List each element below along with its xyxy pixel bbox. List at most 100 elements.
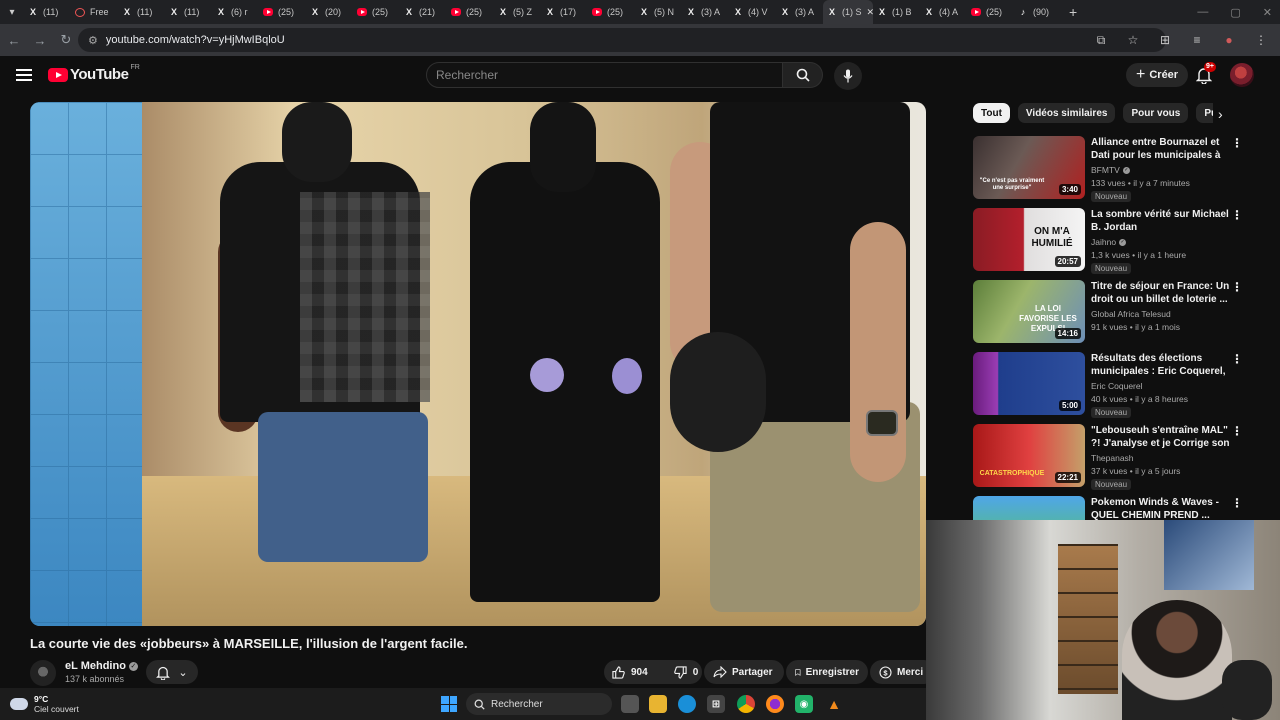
- channel-name[interactable]: Thepanash: [1091, 453, 1134, 463]
- channel-name[interactable]: Global Africa Telesud: [1091, 309, 1171, 319]
- browser-tab[interactable]: X (17): [541, 0, 588, 24]
- recommendation-title[interactable]: La sombre vérité sur Michael B. Jordan: [1091, 208, 1233, 234]
- channel-name-link[interactable]: eL Mehdino ✓: [65, 660, 138, 672]
- youtube-logo[interactable]: YouTube FR: [48, 64, 140, 83]
- search-button[interactable]: [783, 62, 823, 88]
- channel-name[interactable]: eL Mehdino: [65, 660, 126, 672]
- tab-search-icon[interactable]: ▾: [0, 0, 24, 24]
- search-input[interactable]: [426, 62, 783, 88]
- chrome-icon[interactable]: [737, 695, 755, 713]
- browser-tab[interactable]: (25): [259, 0, 306, 24]
- back-icon[interactable]: ←: [2, 28, 26, 52]
- browser-tab[interactable]: X (6) r: [212, 0, 259, 24]
- bookmark-star-icon[interactable]: ☆: [1122, 28, 1144, 52]
- create-button[interactable]: + Créer: [1126, 63, 1189, 87]
- taskbar-search[interactable]: Rechercher: [466, 693, 612, 715]
- video-thumbnail[interactable]: 5:00: [973, 352, 1085, 415]
- channel-name[interactable]: Jaihno: [1091, 237, 1116, 247]
- extensions-icon[interactable]: ⊞: [1154, 28, 1176, 52]
- browser-tab[interactable]: X (5) Z: [494, 0, 541, 24]
- site-info-icon[interactable]: ⚙: [88, 34, 98, 47]
- close-window-icon[interactable]: ✕: [1263, 6, 1272, 19]
- url-field[interactable]: ⚙ youtube.com/watch?v=yHjMwIBqloU: [78, 28, 1166, 52]
- more-actions-icon[interactable]: ⋮: [1231, 353, 1243, 365]
- discord-icon[interactable]: ◉: [795, 695, 813, 713]
- chip-all[interactable]: Tout: [973, 103, 1010, 123]
- vlc-icon[interactable]: ▲: [825, 695, 843, 713]
- browser-tab[interactable]: X (5) N: [635, 0, 682, 24]
- browser-tab[interactable]: X (21): [400, 0, 447, 24]
- notifications-button[interactable]: 9+: [1195, 62, 1216, 85]
- media-controls-icon[interactable]: ≡: [1186, 28, 1208, 52]
- profile-icon[interactable]: ●: [1218, 28, 1240, 52]
- recommendation-title[interactable]: Titre de séjour en France: Un droit ou u…: [1091, 280, 1233, 306]
- recommendation-channel[interactable]: Jaihno ✓: [1091, 237, 1127, 247]
- more-actions-icon[interactable]: ⋮: [1231, 209, 1243, 221]
- browser-tab[interactable]: (25): [447, 0, 494, 24]
- recommendation-item[interactable]: ON M'A HUMILIÉ 20:57 La sombre vérité su…: [973, 208, 1245, 280]
- chip-related[interactable]: Vidéos similaires: [1017, 103, 1116, 123]
- windows-start-icon[interactable]: [441, 696, 457, 712]
- browser-tab[interactable]: X (1) S ✕: [823, 0, 873, 24]
- browser-tab[interactable]: X (11): [118, 0, 165, 24]
- account-avatar[interactable]: [1230, 63, 1254, 87]
- video-thumbnail[interactable]: "Ce n'est pas vraiment une surprise" 3:4…: [973, 136, 1085, 199]
- recommendation-channel[interactable]: BFMTV ✓: [1091, 165, 1130, 175]
- url-text[interactable]: youtube.com/watch?v=yHjMwIBqloU: [106, 34, 285, 46]
- install-app-icon[interactable]: ⧉: [1090, 28, 1112, 52]
- subscription-bell-button[interactable]: ⌄: [146, 660, 198, 684]
- recommendation-title[interactable]: Pokemon Winds & Waves - QUEL CHEMIN PREN…: [1091, 496, 1233, 522]
- reload-icon[interactable]: ↻: [54, 28, 78, 52]
- new-tab-button[interactable]: +: [1061, 4, 1085, 20]
- browser-tab[interactable]: (25): [967, 0, 1014, 24]
- recommendation-title[interactable]: Alliance entre Bournazel et Dati pour le…: [1091, 136, 1233, 162]
- recommendation-channel[interactable]: Thepanash: [1091, 453, 1134, 463]
- video-player[interactable]: [30, 102, 926, 626]
- more-actions-icon[interactable]: ⋮: [1231, 425, 1243, 437]
- browser-tab[interactable]: ♪ (90): [1014, 0, 1061, 24]
- dislike-button[interactable]: 0: [666, 660, 707, 684]
- browser-tab[interactable]: Free: [71, 0, 118, 24]
- video-thumbnail[interactable]: ON M'A HUMILIÉ 20:57: [973, 208, 1085, 271]
- store-icon[interactable]: ⊞: [707, 695, 725, 713]
- browser-tab[interactable]: (25): [588, 0, 635, 24]
- recommendation-item[interactable]: LA LOI FAVORISE LES EXPULSI 14:16 Titre …: [973, 280, 1245, 352]
- browser-tab[interactable]: X (11): [24, 0, 71, 24]
- browser-tab[interactable]: X (3) A: [682, 0, 729, 24]
- more-actions-icon[interactable]: ⋮: [1231, 137, 1243, 149]
- save-button[interactable]: Enregistrer: [786, 660, 868, 684]
- like-button[interactable]: 904: [604, 660, 656, 684]
- browser-menu-icon[interactable]: ⋮: [1250, 28, 1272, 52]
- recommendation-channel[interactable]: Eric Coquerel: [1091, 381, 1143, 391]
- guide-menu-icon[interactable]: [16, 69, 32, 81]
- file-explorer-icon[interactable]: [649, 695, 667, 713]
- browser-tab[interactable]: X (3) A: [776, 0, 823, 24]
- edge-browser-icon[interactable]: [678, 695, 696, 713]
- recommendation-title[interactable]: "Lebouseuh s'entraîne MAL" ?! J'analyse …: [1091, 424, 1233, 450]
- browser-tab[interactable]: X (1) B: [873, 0, 920, 24]
- video-thumbnail[interactable]: LA LOI FAVORISE LES EXPULSI 14:16: [973, 280, 1085, 343]
- video-thumbnail[interactable]: CATASTROPHIQUE 22:21: [973, 424, 1085, 487]
- browser-tab[interactable]: X (11): [165, 0, 212, 24]
- forward-icon[interactable]: →: [28, 28, 52, 52]
- firefox-icon[interactable]: [766, 695, 784, 713]
- recommendation-item[interactable]: 5:00 Résultats des élections municipales…: [973, 352, 1245, 424]
- chip-for-you[interactable]: Pour vous: [1123, 103, 1189, 123]
- voice-search-button[interactable]: [834, 62, 862, 90]
- recommendation-channel[interactable]: Global Africa Telesud: [1091, 309, 1171, 319]
- channel-avatar[interactable]: [30, 660, 56, 686]
- weather-widget[interactable]: 9°C Ciel couvert: [8, 694, 79, 714]
- browser-tab[interactable]: X (4) V: [729, 0, 776, 24]
- task-view-icon[interactable]: [621, 695, 639, 713]
- more-actions-icon[interactable]: ⋮: [1231, 497, 1243, 509]
- chip-published[interactable]: Publié: [1196, 103, 1213, 123]
- chevron-right-icon[interactable]: ›: [1218, 106, 1223, 122]
- recommendation-item[interactable]: "Ce n'est pas vraiment une surprise" 3:4…: [973, 136, 1245, 208]
- share-button[interactable]: Partager: [704, 660, 784, 684]
- browser-tab[interactable]: (25): [353, 0, 400, 24]
- recommendation-item[interactable]: CATASTROPHIQUE 22:21 "Lebouseuh s'entraî…: [973, 424, 1245, 496]
- maximize-icon[interactable]: ▢: [1230, 6, 1240, 19]
- channel-name[interactable]: Eric Coquerel: [1091, 381, 1143, 391]
- browser-tab[interactable]: X (4) A: [920, 0, 967, 24]
- more-actions-icon[interactable]: ⋮: [1231, 281, 1243, 293]
